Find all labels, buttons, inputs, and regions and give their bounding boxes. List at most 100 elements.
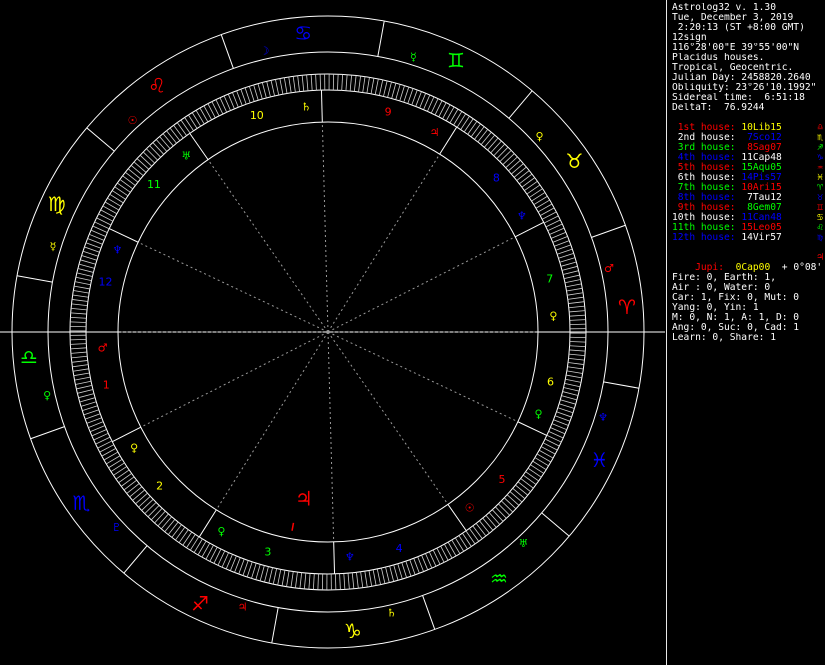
degree-tick <box>74 376 91 381</box>
degree-tick <box>72 368 89 372</box>
degree-tick <box>509 491 523 503</box>
house-number: 2 <box>156 479 163 492</box>
degree-tick <box>186 534 196 548</box>
house-cusp-line <box>327 331 449 505</box>
chart-date: Tue, December 3, 2019 <box>672 13 794 23</box>
house-number: 4 <box>396 542 403 555</box>
house-ruler-icon: ♀ <box>130 442 138 455</box>
degree-tick <box>554 240 570 247</box>
sign-glyph-icon: ♑ <box>344 619 362 643</box>
ruler-glyph-icon: ♃ <box>238 601 248 614</box>
degree-tick <box>351 572 355 589</box>
planet-jupiter: ♃ <box>291 486 313 531</box>
degree-tick <box>366 77 370 94</box>
degree-tick <box>482 517 494 531</box>
degree-tick <box>310 74 313 91</box>
house-ruler-icon: ♀ <box>549 310 557 323</box>
degree-tick <box>164 519 176 533</box>
house-number: 8 <box>493 172 500 185</box>
degree-tick <box>114 186 129 197</box>
degree-tick <box>447 541 457 557</box>
jupiter-position-row: Jupi: 0Cap00 + 0°08' ♃ <box>672 252 825 273</box>
house-ruler-icon: ♆ <box>517 209 527 222</box>
ruler-glyph-icon: ♀ <box>535 130 543 143</box>
panel-divider <box>666 0 667 665</box>
degree-tick <box>306 74 309 91</box>
degree-tick <box>72 299 88 302</box>
house-cusp-line <box>327 236 516 333</box>
house-cusp-line <box>137 241 329 333</box>
degree-tick <box>88 421 104 428</box>
degree-tick <box>147 505 160 518</box>
degree-tick <box>556 411 572 418</box>
degree-tick <box>261 82 267 99</box>
degree-tick <box>132 489 145 501</box>
degree-tick <box>106 455 121 465</box>
degree-tick <box>568 353 585 357</box>
degree-tick <box>275 79 280 96</box>
degree-tick <box>522 474 537 485</box>
house-ruler-icon: ♄ <box>301 101 311 114</box>
degree-tick <box>528 188 543 198</box>
ruler-glyph-icon: ☿ <box>50 240 57 253</box>
degree-tick <box>487 137 499 151</box>
degree-tick <box>178 529 189 543</box>
degree-tick <box>127 168 141 180</box>
degree-tick <box>126 483 140 494</box>
degree-tick <box>566 370 583 374</box>
sign-glyph-icon: ♓ <box>590 448 608 472</box>
degree-tick <box>195 110 205 125</box>
degree-tick <box>567 296 584 300</box>
degree-tick <box>75 380 92 385</box>
degree-tick <box>521 177 535 188</box>
degree-tick <box>531 192 546 202</box>
degree-tick <box>451 539 461 554</box>
degree-tick <box>109 193 124 204</box>
degree-tick <box>496 146 509 159</box>
degree-tick <box>184 117 194 132</box>
degree-tick <box>259 565 265 582</box>
stat-line: Car: 1, Fix: 0, Mut: 0 <box>672 293 800 303</box>
degree-tick <box>505 156 518 169</box>
house-ruler-icon: ♆ <box>345 550 355 563</box>
degree-tick <box>555 244 571 251</box>
degree-tick <box>519 173 533 185</box>
degree-tick <box>166 130 177 144</box>
house-number: 5 <box>499 473 506 486</box>
degree-tick <box>70 351 87 354</box>
degree-tick <box>191 112 201 127</box>
ruler-glyph-icon: ♇ <box>112 521 122 534</box>
house-cusp-segment <box>189 133 209 160</box>
degree-tick <box>86 417 102 424</box>
degree-tick <box>138 495 151 508</box>
jupiter-icon: ♃ <box>817 252 823 263</box>
sign-boundary <box>508 90 533 119</box>
house-cusp-line <box>207 159 329 333</box>
house-cusp-segment <box>514 221 544 238</box>
degree-tick <box>70 312 87 315</box>
house-number: 12 <box>99 276 113 289</box>
degree-tick <box>150 507 163 521</box>
house-ruler-icon: ☉ <box>465 502 475 515</box>
degree-tick <box>268 567 273 584</box>
degree-tick <box>563 274 580 279</box>
degree-tick <box>568 301 585 304</box>
degree-tick <box>395 84 401 100</box>
degree-tick <box>149 145 161 158</box>
sign-glyph-icon: ♏ <box>73 491 91 515</box>
degree-tick <box>374 78 379 95</box>
degree-tick <box>315 74 317 91</box>
chart-wheel: ♈ ♂ ♉ ♀ ♊ ☿ ♋ ☽ ♌ ☉ ♍ ☿ ♎ ♀ ♏ ♇ ♐ ♃ ♑ ♄ ♒ ♅ ♓ ♆ 1 ♂ 2 ♀ 3 ♀ 4 ♆ 5 ☉ 6 ♀ 7 ♀ 8… <box>0 15 665 649</box>
degree-tick <box>562 391 579 396</box>
degree-tick <box>362 76 366 93</box>
degree-tick <box>345 74 348 91</box>
degree-tick <box>77 389 94 394</box>
chart-time: 2:20:13 (ST +8:00 GMT) <box>672 23 805 33</box>
house-ruler-icon: ♆ <box>113 243 123 256</box>
degree-tick <box>133 161 147 173</box>
degree-tick <box>562 270 579 275</box>
sign-glyph-icon: ♐ <box>191 591 209 615</box>
degree-tick <box>80 259 96 265</box>
degree-tick <box>566 374 582 379</box>
degree-tick <box>299 572 303 589</box>
